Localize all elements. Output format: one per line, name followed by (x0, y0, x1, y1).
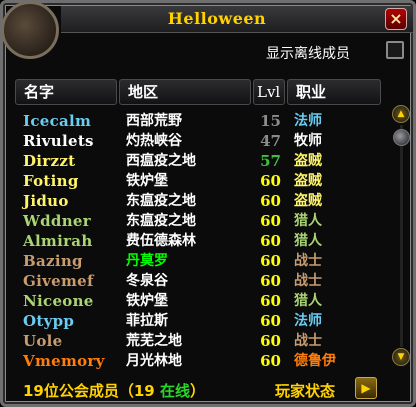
member-level: 15 (260, 112, 281, 130)
player-status-label: 玩家状态 (275, 382, 336, 400)
member-name: Dirzzt (23, 152, 76, 170)
member-row[interactable]: Bazing 丹莫罗 60 战士 (15, 251, 387, 271)
member-class: 牧师 (294, 133, 322, 149)
member-level: 60 (260, 192, 281, 210)
member-row[interactable]: Jiduo 东瘟疫之地 60 盗贼 (15, 191, 387, 211)
member-row[interactable]: Rivulets 灼热峡谷 47 牧师 (15, 131, 387, 151)
member-count: 19位公会成员（19 在线） (23, 380, 205, 401)
member-class: 德鲁伊 (294, 353, 336, 369)
show-offline-checkbox[interactable] (386, 41, 404, 59)
column-header-name[interactable]: 名字 (15, 79, 117, 105)
member-row[interactable]: Vmemory 月光林地 60 德鲁伊 (15, 351, 387, 371)
member-level: 57 (260, 152, 281, 170)
member-name: Uole (23, 332, 63, 350)
member-row[interactable]: Foting 铁炉堡 60 盗贼 (15, 171, 387, 191)
member-zone: 荒芜之地 (126, 333, 182, 349)
player-status-button[interactable]: ▶ (355, 377, 377, 399)
member-level: 60 (260, 252, 281, 270)
member-name: Givemef (23, 272, 94, 290)
scrollbar[interactable]: ▲ ▼ (392, 105, 412, 367)
scroll-thumb[interactable] (393, 129, 410, 146)
member-level: 60 (260, 292, 281, 310)
member-name: Rivulets (23, 132, 94, 150)
member-row[interactable]: Otypp 菲拉斯 60 法师 (15, 311, 387, 331)
member-level: 60 (260, 232, 281, 250)
member-zone: 东瘟疫之地 (126, 213, 196, 229)
member-level: 60 (260, 212, 281, 230)
column-header-name-label: 名字 (24, 83, 55, 101)
member-class: 猎人 (294, 293, 322, 309)
member-zone: 灼热峡谷 (126, 133, 182, 149)
member-level: 47 (260, 132, 281, 150)
member-name: Wddner (23, 212, 91, 230)
member-zone: 铁炉堡 (126, 173, 168, 189)
member-row[interactable]: Wddner 东瘟疫之地 60 猎人 (15, 211, 387, 231)
member-row[interactable]: Givemef 冬泉谷 60 战士 (15, 271, 387, 291)
member-level: 60 (260, 352, 281, 370)
member-class: 法师 (294, 313, 322, 329)
member-zone: 月光林地 (126, 353, 182, 369)
member-list: Icecalm 西部荒野 15 法师 Rivulets 灼热峡谷 47 牧师 Dirzzt 西瘟疫… (15, 111, 387, 371)
member-count-suffix: ） (190, 382, 206, 400)
member-row[interactable]: Dirzzt 西瘟疫之地 57 盗贼 (15, 151, 387, 171)
member-level: 60 (260, 332, 281, 350)
member-row[interactable]: Uole 荒芜之地 60 战士 (15, 331, 387, 351)
member-level: 60 (260, 312, 281, 330)
scroll-icon (1, 1, 59, 59)
scroll-up-button[interactable]: ▲ (392, 105, 410, 123)
column-header-zone-label: 地区 (128, 83, 159, 101)
member-class: 法师 (294, 113, 322, 129)
member-class: 猎人 (294, 233, 322, 249)
column-header-class[interactable]: 职业 (287, 79, 381, 105)
member-zone: 东瘟疫之地 (126, 193, 196, 209)
member-class: 战士 (294, 273, 322, 289)
member-name: Vmemory (23, 352, 105, 370)
member-name: Niceone (23, 292, 94, 310)
member-level: 60 (260, 272, 281, 290)
member-class: 盗贼 (294, 173, 322, 189)
member-name: Otypp (23, 312, 75, 330)
member-class: 盗贼 (294, 153, 322, 169)
scroll-down-button[interactable]: ▼ (392, 348, 410, 366)
show-offline-label: 显示离线成员 (266, 46, 350, 62)
window-title: Helloween (167, 9, 267, 28)
member-level: 60 (260, 172, 281, 190)
member-name: Bazing (23, 252, 83, 270)
close-button[interactable]: × (385, 8, 407, 30)
member-zone: 费伍德森林 (126, 233, 196, 249)
member-name: Jiduo (23, 192, 69, 210)
member-class: 猎人 (294, 213, 322, 229)
member-class: 战士 (294, 253, 322, 269)
member-count-prefix: 19位公会成员（19 (23, 382, 160, 400)
member-zone: 菲拉斯 (126, 313, 168, 329)
member-zone: 西部荒野 (126, 113, 182, 129)
member-class: 战士 (294, 333, 322, 349)
online-label: 在线 (159, 382, 190, 400)
member-row[interactable]: Icecalm 西部荒野 15 法师 (15, 111, 387, 131)
member-name: Almirah (23, 232, 93, 250)
member-zone: 西瘟疫之地 (126, 153, 196, 169)
member-row[interactable]: Almirah 费伍德森林 60 猎人 (15, 231, 387, 251)
title-bar[interactable]: Helloween × (61, 6, 413, 33)
member-row[interactable]: Niceone 铁炉堡 60 猎人 (15, 291, 387, 311)
column-header-class-label: 职业 (296, 83, 327, 101)
member-zone: 铁炉堡 (126, 293, 168, 309)
column-header-zone[interactable]: 地区 (119, 79, 251, 105)
member-name: Icecalm (23, 112, 92, 130)
member-zone: 冬泉谷 (126, 273, 168, 289)
guild-roster-window: Helloween × 显示离线成员 名字 地区 Lvl 职业 Icecalm 西… (0, 0, 416, 407)
member-name: Foting (23, 172, 79, 190)
member-zone: 丹莫罗 (126, 253, 168, 269)
member-class: 盗贼 (294, 193, 322, 209)
scroll-track[interactable] (400, 125, 403, 347)
column-header-level[interactable]: Lvl (253, 79, 285, 105)
